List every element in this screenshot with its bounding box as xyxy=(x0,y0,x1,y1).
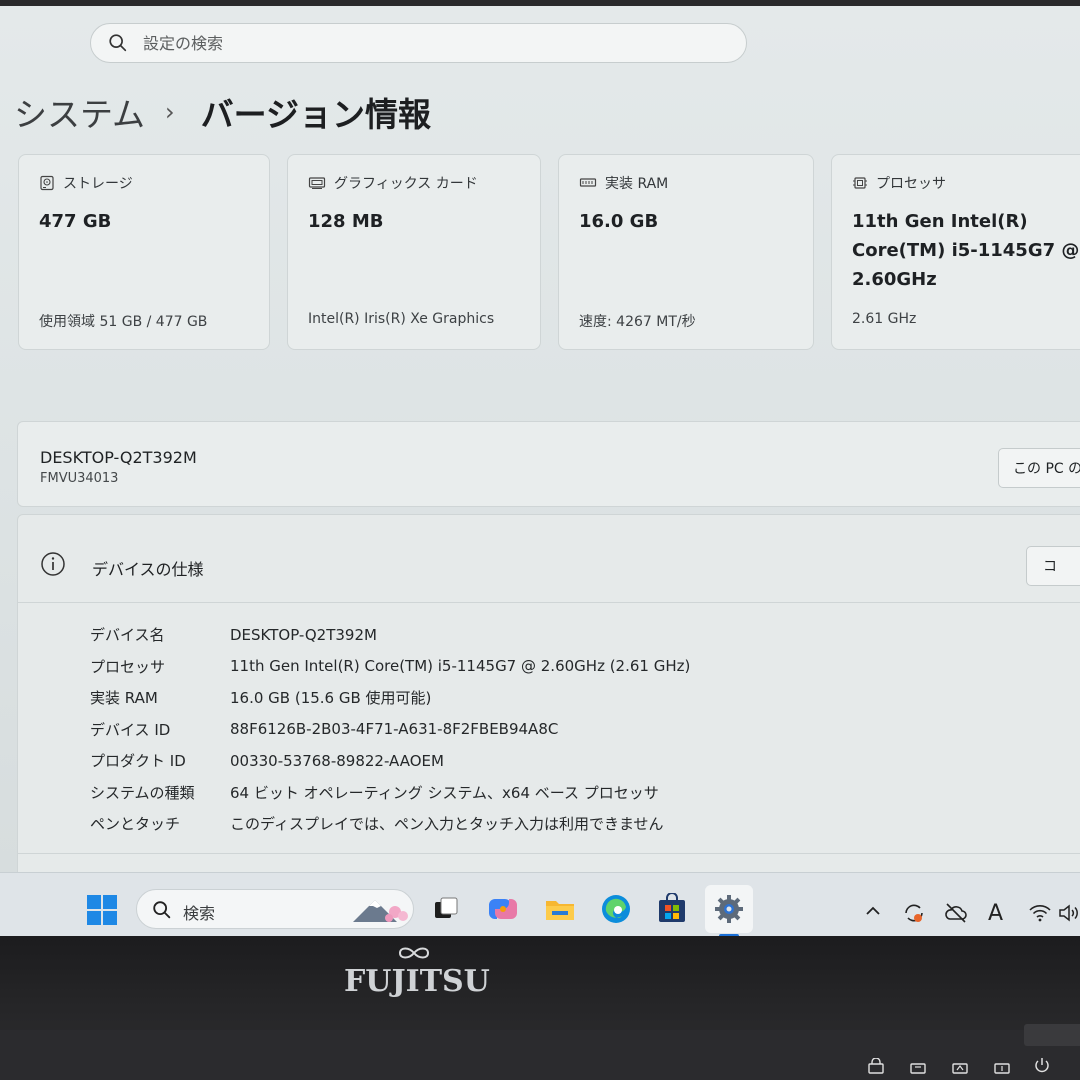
breadcrumb-current: バージョン情報 xyxy=(200,95,431,134)
fujitsu-infinity-mark xyxy=(398,947,430,959)
spec-value: 64 ビット オペレーティング システム、x64 ベース プロセッサ xyxy=(230,783,659,802)
spec-row: プロダクト ID 00330-53768-89822-AAOEM xyxy=(90,745,690,777)
storage-card[interactable]: ストレージ 477 GB 使用領域 51 GB / 477 GB xyxy=(18,154,270,350)
spec-value: 11th Gen Intel(R) Core(TM) i5-1145G7 @ 2… xyxy=(230,657,691,676)
search-icon xyxy=(109,34,127,52)
spec-value: このディスプレイでは、ペン入力とタッチ入力は利用できません xyxy=(230,815,664,834)
processor-label: プロセッサ xyxy=(876,176,946,192)
spec-row: システムの種類 64 ビット オペレーティング システム、x64 ベース プロセッ… xyxy=(90,777,690,809)
taskbar: 検索 A xyxy=(0,872,1080,936)
settings-search-box[interactable] xyxy=(90,23,747,63)
spec-key: 実装 RAM xyxy=(90,689,158,708)
settings-icon[interactable] xyxy=(713,893,745,925)
ram-card[interactable]: 実装 RAM 16.0 GB 速度: 4267 MT/秒 xyxy=(558,154,814,350)
copilot-icon[interactable] xyxy=(487,893,519,925)
graphics-value: 128 MB xyxy=(308,211,384,232)
file-explorer-icon[interactable] xyxy=(544,893,576,925)
processor-speed: 2.61 GHz xyxy=(852,311,917,327)
spec-row: 実装 RAM 16.0 GB (15.6 GB 使用可能) xyxy=(90,682,690,714)
volume-icon[interactable] xyxy=(1058,903,1080,923)
power-icon[interactable] xyxy=(1032,1056,1052,1074)
graphics-card-icon xyxy=(308,177,326,189)
breadcrumb-system[interactable]: システム xyxy=(14,88,145,136)
storage-icon xyxy=(40,175,54,191)
key-icon-scroll xyxy=(994,1063,1010,1074)
settings-search-input[interactable] xyxy=(143,33,703,53)
ram-value: 16.0 GB xyxy=(579,211,659,232)
task-view-icon[interactable] xyxy=(430,893,462,925)
search-icon xyxy=(153,901,171,919)
spec-key: ペンとタッチ xyxy=(90,815,181,834)
fujitsu-logo: FUJITSU xyxy=(344,947,490,1014)
pc-model: FMVU34013 xyxy=(40,471,119,486)
taskbar-search-text: 検索 xyxy=(183,904,216,923)
search-highlight-fuji-icon xyxy=(353,900,408,922)
hinge-tab xyxy=(1024,1024,1080,1046)
rename-pc-button[interactable]: この PC の xyxy=(998,448,1080,488)
sync-icon[interactable] xyxy=(902,901,926,925)
storage-label: ストレージ xyxy=(63,176,133,192)
key-icon-num xyxy=(910,1063,926,1074)
ram-icon xyxy=(579,178,597,187)
chevron-up-icon[interactable] xyxy=(864,904,882,918)
pc-name-row: DESKTOP-Q2T392M FMVU34013 この PC の xyxy=(17,421,1080,507)
spec-value: 88F6126B-2B03-4F71-A631-8F2FBEB94A8C xyxy=(230,720,559,739)
key-icon-caps xyxy=(952,1063,968,1074)
ime-indicator[interactable]: A xyxy=(988,901,1003,926)
laptop-bezel: FUJITSU xyxy=(0,936,1080,1080)
page-title: システム › バージョン情報 xyxy=(14,88,431,136)
spec-key: デバイス ID xyxy=(90,720,171,739)
graphics-card[interactable]: グラフィックス カード 128 MB Intel(R) Iris(R) Xe G… xyxy=(287,154,541,350)
spec-row: ペンとタッチ このディスプレイでは、ペン入力とタッチ入力は利用できません xyxy=(90,808,690,840)
storage-usage: 使用領域 51 GB / 477 GB xyxy=(39,314,208,330)
device-spec-title: デバイスの仕様 xyxy=(92,560,204,579)
spec-key: システムの種類 xyxy=(90,783,195,802)
processor-icon xyxy=(853,177,867,189)
processor-value: 11th Gen Intel(R) Core(TM) i5-1145G7 @ 2… xyxy=(852,211,1080,290)
windows-start-icon[interactable] xyxy=(87,895,117,925)
store-icon[interactable] xyxy=(656,893,688,925)
spec-value: 16.0 GB (15.6 GB 使用可能) xyxy=(230,689,432,708)
spec-key: デバイス名 xyxy=(90,626,165,645)
device-spec-header[interactable]: デバイスの仕様 コ xyxy=(18,515,1080,603)
info-icon xyxy=(41,552,65,576)
spec-row: デバイス ID 88F6126B-2B03-4F71-A631-8F2FBEB94… xyxy=(90,714,690,746)
spec-value: DESKTOP-Q2T392M xyxy=(230,625,377,644)
graphics-name: Intel(R) Iris(R) Xe Graphics xyxy=(308,311,495,327)
ram-label: 実装 RAM xyxy=(605,176,669,192)
storage-value: 477 GB xyxy=(39,211,112,232)
spec-table: デバイス名 DESKTOP-Q2T392M プロセッサ 11th Gen Intel… xyxy=(90,619,690,840)
spec-row: プロセッサ 11th Gen Intel(R) Core(TM) i5-1145G… xyxy=(90,651,690,683)
edge-icon[interactable] xyxy=(600,893,632,925)
graphics-label: グラフィックス カード xyxy=(334,176,478,192)
pc-name: DESKTOP-Q2T392M xyxy=(40,448,197,467)
taskbar-search[interactable]: 検索 xyxy=(136,889,414,929)
cloud-off-icon[interactable] xyxy=(944,901,968,925)
key-icon-lock xyxy=(868,1058,884,1074)
breadcrumb-separator: › xyxy=(165,98,175,126)
ram-speed: 速度: 4267 MT/秒 xyxy=(579,314,696,330)
spec-key: プロダクト ID xyxy=(90,752,186,771)
wifi-icon[interactable] xyxy=(1028,903,1052,923)
copy-button[interactable]: コ xyxy=(1026,546,1080,586)
spec-value: 00330-53768-89822-AAOEM xyxy=(230,751,444,770)
fujitsu-wordmark: FUJITSU xyxy=(344,964,490,999)
processor-card[interactable]: プロセッサ 11th Gen Intel(R) Core(TM) i5-1145… xyxy=(831,154,1080,350)
settings-window: システム › バージョン情報 ストレージ 477 GB 使用領域 51 GB /… xyxy=(0,6,1080,936)
spec-key: プロセッサ xyxy=(90,657,166,676)
spec-row: デバイス名 DESKTOP-Q2T392M xyxy=(90,619,690,651)
spec-divider xyxy=(18,853,1080,854)
